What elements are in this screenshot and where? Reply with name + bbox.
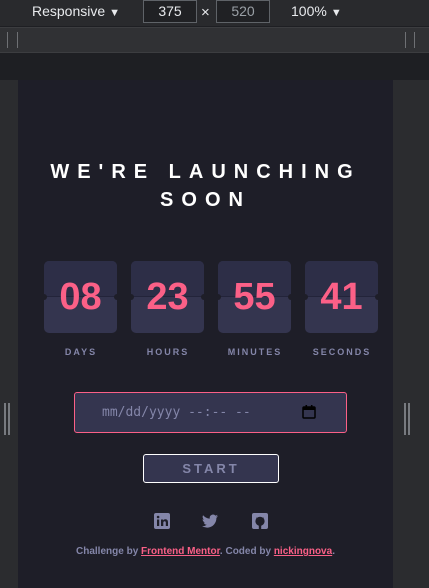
days-label: DAYS — [64, 347, 98, 357]
ruler-tick — [17, 32, 18, 48]
minutes-value: 55 — [233, 276, 276, 318]
zoom-label: 100% — [291, 3, 327, 19]
hours-label: HOURS — [146, 347, 190, 357]
flip-card: 23 — [131, 261, 204, 333]
twitter-icon[interactable] — [202, 513, 218, 529]
seconds-label: SECONDS — [312, 347, 372, 357]
countdown-minutes: 55 MINUTES — [218, 261, 292, 357]
media-query-ruler — [0, 27, 429, 53]
grip-line — [4, 403, 6, 435]
device-select-label: Responsive — [32, 3, 106, 19]
minutes-label: MINUTES — [227, 347, 283, 357]
start-button[interactable]: START — [143, 454, 279, 483]
flip-card: 55 — [218, 261, 291, 333]
github-icon[interactable] — [252, 513, 268, 529]
flip-card: 08 — [44, 261, 117, 333]
calendar-icon[interactable] — [302, 405, 316, 419]
width-input[interactable]: 375 — [143, 0, 197, 23]
resize-handle-right[interactable] — [393, 80, 429, 588]
dimension-separator: × — [201, 4, 210, 21]
page-title-line2: SOON — [160, 189, 251, 211]
grip-line — [408, 403, 410, 435]
page-title-line1: WE'RE LAUNCHING — [50, 161, 361, 183]
page-title: WE'RE LAUNCHING SOON — [18, 158, 393, 214]
countdown: 08 DAYS 23 HOURS 55 MINUTES 41 SECONDS — [44, 261, 379, 371]
ruler-tick — [414, 32, 415, 48]
datetime-placeholder: mm/dd/yyyy --:-- -- — [102, 405, 251, 420]
zoom-select[interactable]: 100% ▼ — [291, 3, 342, 19]
height-input[interactable]: 520 — [216, 0, 270, 23]
days-value: 08 — [59, 276, 102, 318]
chevron-down-icon: ▼ — [109, 7, 121, 19]
grip-line — [8, 403, 10, 435]
flip-card: 41 — [305, 261, 378, 333]
device-select[interactable]: Responsive ▼ — [32, 3, 120, 19]
attribution-suffix: . — [332, 546, 335, 557]
attribution-prefix: Challenge by — [76, 546, 142, 557]
frontend-mentor-link[interactable]: Frontend Mentor — [141, 546, 220, 557]
attribution-middle: . Coded by — [219, 546, 274, 557]
countdown-seconds: 41 SECONDS — [305, 261, 379, 357]
hours-value: 23 — [146, 276, 189, 318]
seconds-value: 41 — [320, 276, 363, 318]
ruler-tick — [7, 32, 8, 48]
countdown-hours: 23 HOURS — [131, 261, 205, 357]
datetime-input[interactable]: mm/dd/yyyy --:-- -- — [74, 392, 347, 433]
linkedin-icon[interactable] — [154, 513, 170, 529]
resize-handle-left[interactable] — [0, 80, 18, 588]
devtools-device-toolbar: Responsive ▼ 375 × 520 100% ▼ — [0, 0, 429, 26]
coder-link[interactable]: nickingnova — [274, 546, 332, 557]
chevron-down-icon: ▼ — [330, 7, 342, 19]
attribution: Challenge by Frontend Mentor. Coded by n… — [18, 546, 393, 557]
countdown-days: 08 DAYS — [44, 261, 118, 357]
page-viewport: WE'RE LAUNCHING SOON 08 DAYS 23 HOURS 55… — [18, 80, 393, 588]
grip-line — [404, 403, 406, 435]
ruler-tick — [405, 32, 406, 48]
